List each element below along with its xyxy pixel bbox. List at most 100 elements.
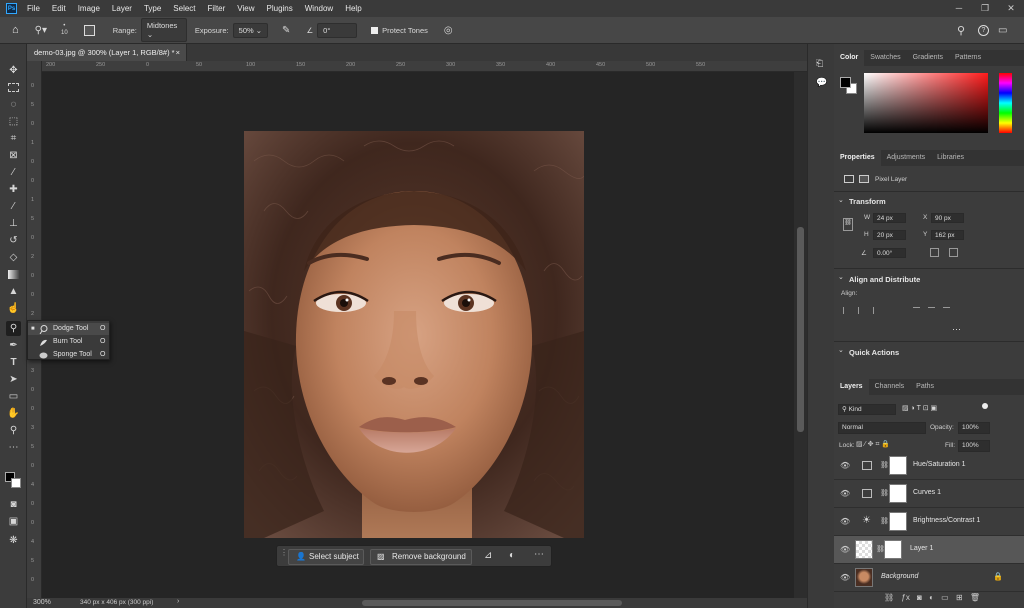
minimize-icon[interactable]: ─ <box>946 0 972 17</box>
portrait-photo[interactable] <box>244 131 584 538</box>
layer-row-layer-1[interactable]: 👁 ⛓ Layer 1 <box>834 536 1024 564</box>
help-icon[interactable]: ? <box>978 24 989 36</box>
layer-filter-icons[interactable]: ▨ ◑ T ⊡ ▣ <box>902 404 992 415</box>
dodge-tool-icon[interactable]: ⚲ <box>6 321 21 336</box>
mask-icon[interactable] <box>859 175 869 183</box>
frame-tool-icon[interactable]: ⊠ <box>6 148 21 163</box>
menu-window[interactable]: Window <box>299 4 339 13</box>
generative-icon[interactable]: ❋ <box>6 533 21 548</box>
quick-mask-icon[interactable]: ◙ <box>6 497 21 512</box>
menu-plugins[interactable]: Plugins <box>261 4 299 13</box>
color-field[interactable] <box>864 73 988 133</box>
blend-mode-select[interactable]: Normal <box>838 422 926 434</box>
eraser-tool-icon[interactable]: ◇ <box>6 250 21 265</box>
visibility-eye-icon[interactable]: 👁 <box>840 461 850 470</box>
vertical-scroll-thumb[interactable] <box>797 227 804 432</box>
x-field[interactable]: 90 px <box>931 213 964 223</box>
hue-slider[interactable] <box>999 73 1012 133</box>
tool-preset-icon[interactable]: ⚲▾ <box>35 25 47 36</box>
align-horizontal-icons[interactable] <box>843 307 893 316</box>
document-tab[interactable]: demo-03.jpg @ 300% (Layer 1, RGB/8#) * × <box>27 44 187 61</box>
width-field[interactable]: 24 px <box>873 213 906 223</box>
angle-field[interactable]: 0° <box>317 22 358 38</box>
layer-row-curves[interactable]: 👁 ⛓ Curves 1 <box>834 480 1024 508</box>
close-tab-icon[interactable]: × <box>176 44 180 61</box>
clone-stamp-tool-icon[interactable]: ⊥ <box>6 216 21 231</box>
color-foreground-swatch[interactable] <box>840 77 851 88</box>
remove-background-button[interactable]: ▨ Remove background <box>370 549 472 565</box>
tab-channels[interactable]: Channels <box>869 379 911 395</box>
move-tool-icon[interactable]: ✥ <box>6 63 21 78</box>
screen-mode-icon[interactable]: ▣ <box>6 514 21 529</box>
hand-tool-icon[interactable]: ✋ <box>6 406 21 421</box>
exposure-field[interactable]: 50% ⌄ <box>232 22 269 38</box>
more-align-icon[interactable]: ⋯ <box>952 324 961 335</box>
pen-tool-icon[interactable]: ✒ <box>6 338 21 353</box>
tab-layers[interactable]: Layers <box>834 379 869 395</box>
path-selection-tool-icon[interactable]: ➤ <box>6 372 21 387</box>
visibility-eye-icon[interactable]: 👁 <box>840 489 850 498</box>
visibility-eye-icon[interactable]: 👁 <box>840 573 850 582</box>
range-select[interactable]: Midtones ⌄ <box>140 18 187 42</box>
type-tool-icon[interactable]: T <box>6 355 21 370</box>
rectangle-tool-icon[interactable]: ▭ <box>6 389 21 404</box>
lock-icons[interactable]: ▨ ⁄ ✥ ⌗ 🔒 <box>856 440 934 450</box>
close-icon[interactable]: ✕ <box>998 0 1024 17</box>
lasso-tool-icon[interactable]: ◌ <box>6 97 21 112</box>
transform-icon[interactable]: ⊿ <box>484 550 492 561</box>
background-color-swatch[interactable] <box>11 478 21 488</box>
quick-actions-chevron-icon[interactable]: ⌄ <box>838 346 844 354</box>
more-tools-icon[interactable]: ⋯ <box>6 440 21 455</box>
align-vertical-icons[interactable] <box>913 307 973 316</box>
menu-file[interactable]: File <box>21 4 46 13</box>
flip-horizontal-icon[interactable] <box>930 248 939 257</box>
layer-row-background[interactable]: 👁 Background 🔒 <box>834 564 1024 592</box>
zoom-tool-icon[interactable]: ⚲ <box>6 423 21 438</box>
zoom-level[interactable]: 300% <box>33 599 51 606</box>
workspace-icon[interactable]: ▭ <box>998 25 1007 36</box>
crop-tool-icon[interactable]: ⌗ <box>6 131 21 146</box>
filter-toggle-icon[interactable] <box>982 403 988 409</box>
home-icon[interactable]: ⌂ <box>12 24 19 36</box>
tab-properties[interactable]: Properties <box>834 150 881 166</box>
marquee-tool-icon[interactable] <box>6 80 21 95</box>
select-subject-button[interactable]: 👤 Select subject <box>288 549 364 565</box>
flyout-item-sponge[interactable]: Sponge Tool O <box>28 349 109 361</box>
flyout-item-burn[interactable]: Burn Tool O <box>28 336 109 348</box>
tab-color[interactable]: Color <box>834 50 865 66</box>
history-icon[interactable]: ⎗ <box>816 58 823 69</box>
layer-footer-icons[interactable]: ⛓ ƒx ◙ ◐ ▭ ⊞ 🗑 <box>884 593 1019 605</box>
visibility-eye-icon[interactable]: 👁 <box>840 545 850 554</box>
brush-settings-icon[interactable] <box>83 24 95 36</box>
menu-type[interactable]: Type <box>138 4 167 13</box>
transform-chevron-icon[interactable]: ⌄ <box>838 196 844 204</box>
tab-gradients[interactable]: Gradients <box>907 50 949 66</box>
drag-handle-icon[interactable]: ⋮ <box>280 549 288 557</box>
healing-brush-tool-icon[interactable]: ✚ <box>6 182 21 197</box>
menu-layer[interactable]: Layer <box>106 4 138 13</box>
search-icon[interactable]: ⚲ <box>957 24 965 37</box>
angle-field[interactable]: 0.00° <box>873 248 906 258</box>
status-expand-icon[interactable]: › <box>177 598 179 605</box>
tab-patterns[interactable]: Patterns <box>949 50 987 66</box>
tab-libraries[interactable]: Libraries <box>931 150 970 166</box>
brush-size[interactable]: • 10 <box>61 23 68 37</box>
smudge-tool-icon[interactable]: ☝ <box>6 301 21 316</box>
menu-select[interactable]: Select <box>167 4 201 13</box>
y-field[interactable]: 162 px <box>931 230 964 240</box>
tab-paths[interactable]: Paths <box>910 379 940 395</box>
fill-field[interactable]: 100% <box>958 440 990 452</box>
layer-filter-kind[interactable]: ⚲ Kind <box>838 404 896 415</box>
menu-edit[interactable]: Edit <box>46 4 72 13</box>
menu-view[interactable]: View <box>231 4 260 13</box>
flip-vertical-icon[interactable] <box>949 248 958 257</box>
history-brush-tool-icon[interactable]: ↺ <box>6 233 21 248</box>
flyout-item-dodge[interactable]: ■ Dodge Tool O <box>28 323 109 335</box>
menu-help[interactable]: Help <box>339 4 367 13</box>
adjustment-icon[interactable]: ◐ <box>509 550 515 561</box>
pressure-icon[interactable]: ◎ <box>444 25 453 36</box>
align-chevron-icon[interactable]: ⌄ <box>838 273 844 281</box>
layer-row-brightness-contrast[interactable]: 👁 ☀ ⛓ Brightness/Contrast 1 <box>834 508 1024 536</box>
protect-tones-checkbox[interactable]: Protect Tones <box>371 26 428 35</box>
airbrush-icon[interactable]: ✎ <box>282 25 290 36</box>
